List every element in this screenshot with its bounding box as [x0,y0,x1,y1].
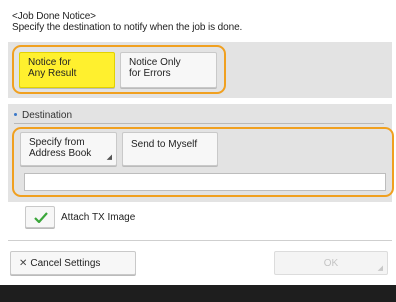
ok-button[interactable]: OK ◢ [274,251,388,275]
notice-errors-only-label-2: for Errors [129,68,171,79]
ok-label: OK [323,258,339,269]
destination-heading: Destination [14,110,72,121]
destination-input[interactable] [24,173,386,191]
destination-divider [14,123,384,124]
bullet-icon [14,112,17,116]
cancel-settings-button[interactable]: ✕ Cancel Settings [10,251,136,275]
footer-divider [8,240,392,241]
checkmark-icon [34,212,48,223]
address-book-label-2: Address Book [29,148,92,159]
close-icon: ✕ [19,258,28,269]
submenu-arrow-icon: ◢ [106,154,112,161]
address-book-label-1: Specify from [29,137,85,148]
destination-label: Destination [22,110,73,121]
cancel-settings-label: Cancel Settings [30,258,101,269]
send-to-myself-button[interactable]: Send to Myself [122,132,218,166]
notice-any-result-button[interactable]: Notice for Any Result [19,52,115,88]
attach-tx-image-checkbox[interactable] [25,206,55,228]
notice-any-result-label-1: Notice for [28,57,71,68]
job-done-notice-screen: <Job Done Notice> Specify the destinatio… [0,0,396,302]
notice-errors-only-label-1: Notice Only [129,57,181,68]
notice-errors-only-button[interactable]: Notice Only for Errors [120,52,217,88]
status-bar [0,285,396,302]
corner-arrow-icon: ◢ [377,265,383,272]
attach-tx-image-label: Attach TX Image [61,212,136,223]
notice-any-result-label-2: Any Result [28,68,77,79]
specify-from-address-book-button[interactable]: Specify from Address Book ◢ [20,132,117,166]
send-to-myself-label: Send to Myself [131,139,198,150]
page-description: Specify the destination to notify when t… [12,22,243,33]
